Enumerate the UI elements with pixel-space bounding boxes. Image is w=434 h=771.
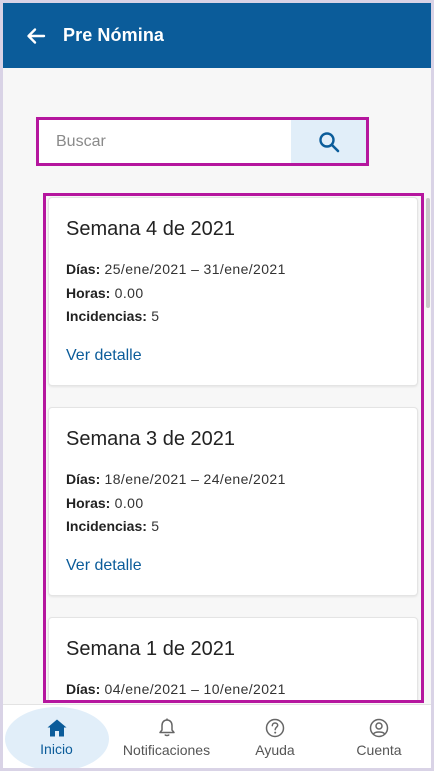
app-frame: Pre Nómina Semana 4 de 2021 Días: 25/ene… <box>0 0 434 771</box>
scrollbar[interactable] <box>424 68 431 704</box>
ver-detalle-link[interactable]: Ver detalle <box>66 557 142 575</box>
horas-row: Horas: 0.00 <box>66 495 144 511</box>
nav-notificaciones[interactable]: Notificaciones <box>110 705 223 768</box>
search-bar <box>36 117 369 166</box>
ver-detalle-link[interactable]: Ver detalle <box>66 347 142 365</box>
dias-row: Días: 04/ene/2021 – 10/ene/2021 <box>66 681 286 697</box>
horas-row: Horas: 0.00 <box>66 285 144 301</box>
page-title: Pre Nómina <box>63 25 165 45</box>
help-icon <box>265 718 285 738</box>
nav-cuenta[interactable]: Cuenta <box>327 705 431 768</box>
search-icon <box>318 131 339 152</box>
week-title: Semana 1 de 2021 <box>66 638 236 660</box>
arrow-left-icon[interactable] <box>24 24 48 48</box>
week-title: Semana 4 de 2021 <box>66 218 236 240</box>
bottom-nav: Inicio Notificaciones Ayuda Cuenta <box>3 704 431 768</box>
search-input[interactable] <box>39 120 291 163</box>
account-icon <box>369 718 389 738</box>
dias-row: Días: 18/ene/2021 – 24/ene/2021 <box>66 471 286 487</box>
week-title: Semana 3 de 2021 <box>66 428 236 450</box>
incidencias-row: Incidencias: 5 <box>66 308 160 324</box>
week-card: Semana 3 de 2021 Días: 18/ene/2021 – 24/… <box>48 407 418 596</box>
week-card: Semana 1 de 2021 Días: 04/ene/2021 – 10/… <box>48 617 418 700</box>
bell-icon <box>158 718 175 737</box>
app-bar: Pre Nómina <box>3 3 431 68</box>
week-list: Semana 4 de 2021 Días: 25/ene/2021 – 31/… <box>43 193 424 703</box>
nav-ayuda[interactable]: Ayuda <box>223 705 327 768</box>
week-card: Semana 4 de 2021 Días: 25/ene/2021 – 31/… <box>48 197 418 386</box>
home-icon <box>47 719 66 737</box>
nav-inicio[interactable]: Inicio <box>3 705 110 768</box>
dias-row: Días: 25/ene/2021 – 31/ene/2021 <box>66 261 286 277</box>
incidencias-row: Incidencias: 5 <box>66 518 160 534</box>
search-button[interactable] <box>291 120 366 163</box>
scrollbar-thumb[interactable] <box>426 198 430 308</box>
